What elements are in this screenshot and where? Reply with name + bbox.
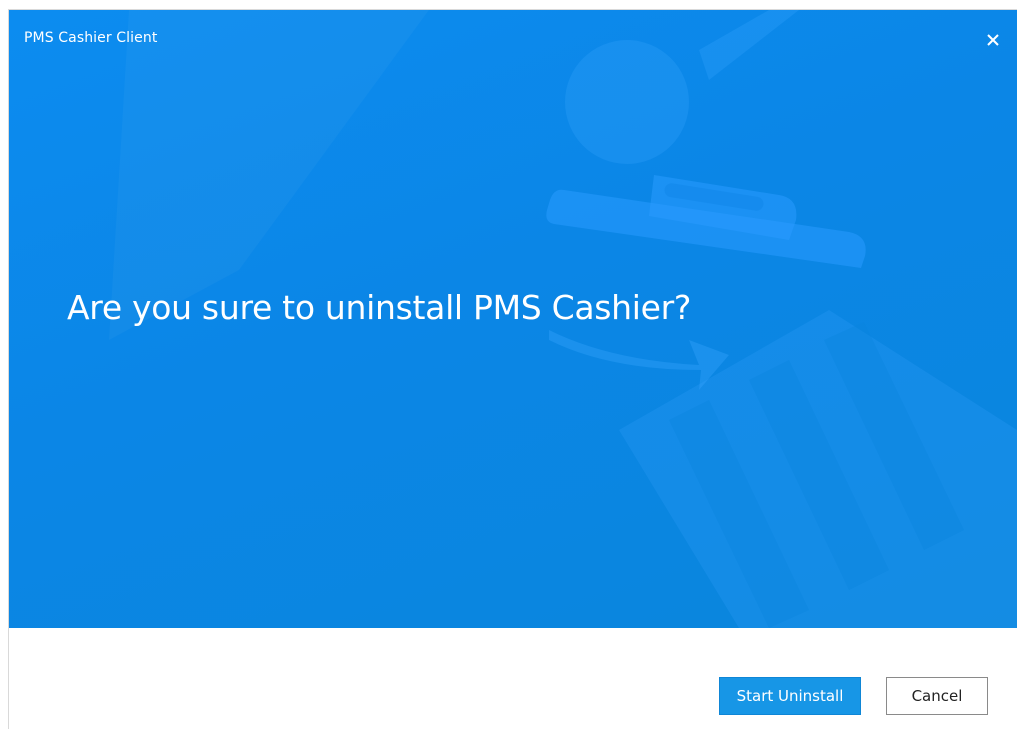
close-button[interactable] [977, 24, 1009, 56]
window-title: PMS Cashier Client [24, 30, 158, 46]
hero-banner: PMS Cashier Client Are you sure to unins… [9, 10, 1017, 628]
start-uninstall-button[interactable]: Start Uninstall [719, 677, 861, 715]
uninstall-prompt: Are you sure to uninstall PMS Cashier? [67, 288, 692, 327]
cancel-button[interactable]: Cancel [886, 677, 988, 715]
close-icon [987, 34, 999, 46]
uninstall-dialog: PMS Cashier Client Are you sure to unins… [8, 9, 1017, 729]
dialog-footer: Start Uninstall Cancel [9, 628, 1017, 729]
